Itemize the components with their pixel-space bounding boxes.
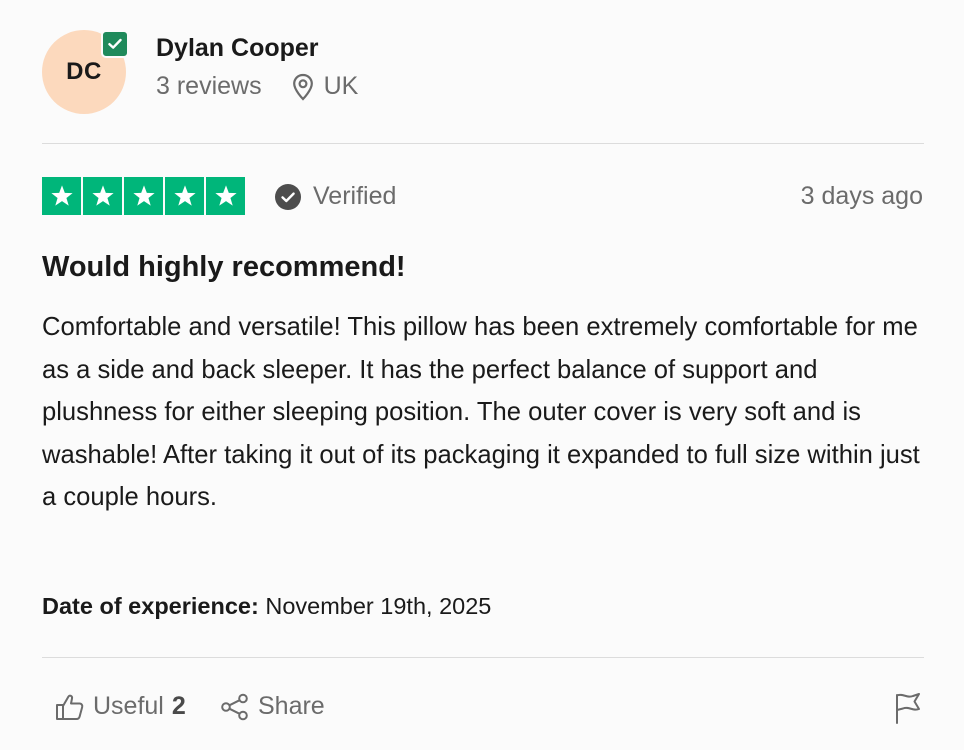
useful-button[interactable]: Useful 2 (55, 692, 186, 721)
star-icon (124, 177, 163, 215)
flag-icon (894, 692, 922, 724)
review-body: Comfortable and versatile! This pillow h… (42, 313, 920, 512)
reviewer-name[interactable]: Dylan Cooper (156, 34, 319, 63)
review-card: DC Dylan Cooper 3 reviews UK Verified 3 … (0, 0, 964, 750)
thumbs-up-icon (55, 693, 85, 721)
date-of-experience: Date of experience: November 19th, 2025 (42, 593, 491, 620)
reviewer-location: UK (323, 72, 359, 100)
divider (42, 143, 924, 144)
experience-label: Date of experience: (42, 593, 259, 619)
experience-date: November 19th, 2025 (265, 593, 492, 619)
review-title: Would highly recommend! (42, 251, 406, 283)
divider (42, 657, 924, 658)
verified-badge[interactable]: Verified (275, 182, 396, 211)
check-badge-icon (101, 30, 129, 58)
location-pin-icon (292, 73, 314, 101)
useful-count: 2 (171, 692, 186, 720)
star-icon (165, 177, 204, 215)
useful-label: Useful (93, 692, 164, 720)
verified-label: Verified (313, 182, 397, 210)
verified-check-icon (275, 183, 301, 210)
review-date-posted: 3 days ago (800, 182, 923, 210)
reviewer-meta: 3 reviews UK (156, 72, 358, 101)
star-icon (206, 177, 245, 215)
share-label: Share (258, 692, 325, 720)
review-count: 3 reviews (156, 72, 262, 100)
report-flag-button[interactable] (894, 692, 922, 724)
star-rating (42, 177, 245, 215)
star-icon (42, 177, 81, 215)
share-icon (220, 693, 250, 721)
avatar-initials: DC (66, 58, 102, 85)
share-button[interactable]: Share (220, 692, 325, 721)
star-icon (83, 177, 122, 215)
